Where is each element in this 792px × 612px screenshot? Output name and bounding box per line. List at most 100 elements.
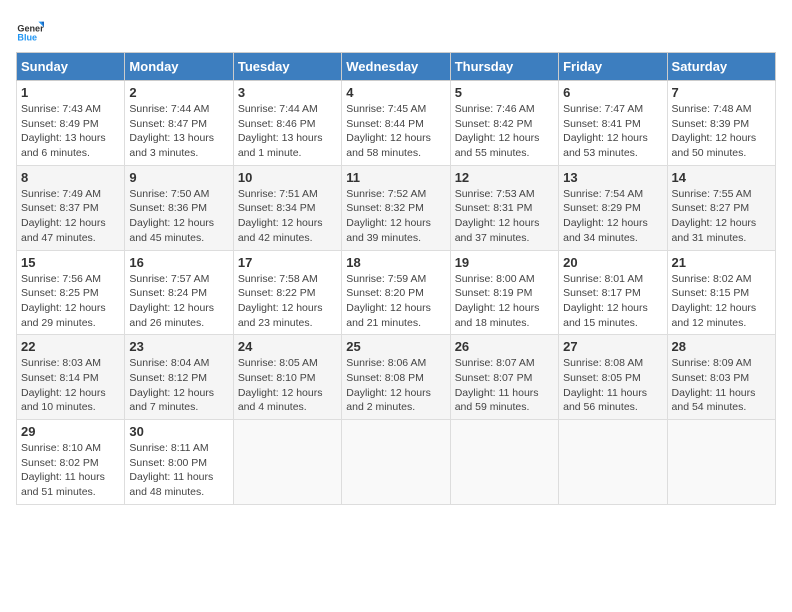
calendar-cell: 26 Sunrise: 8:07 AMSunset: 8:07 PMDayligh… xyxy=(450,335,558,420)
calendar-cell: 11Sunrise: 7:52 AMSunset: 8:32 PMDayligh… xyxy=(342,165,450,250)
day-info: Sunrise: 7:59 AMSunset: 8:20 PMDaylight:… xyxy=(346,273,431,329)
header-saturday: Saturday xyxy=(667,53,775,81)
day-number: 14 xyxy=(672,170,771,185)
day-number: 19 xyxy=(455,255,554,270)
calendar-cell: 29 Sunrise: 8:10 AMSunset: 8:02 PMDayligh… xyxy=(17,420,125,505)
day-info: Sunrise: 8:09 AMSunset: 8:03 PMDaylight:… xyxy=(672,357,756,413)
header-sunday: Sunday xyxy=(17,53,125,81)
calendar-cell: 9 Sunrise: 7:50 AMSunset: 8:36 PMDaylight… xyxy=(125,165,233,250)
day-number: 3 xyxy=(238,85,337,100)
calendar-cell: 21Sunrise: 8:02 AMSunset: 8:15 PMDayligh… xyxy=(667,250,775,335)
header-thursday: Thursday xyxy=(450,53,558,81)
calendar-cell: 22 Sunrise: 8:03 AMSunset: 8:14 PMDayligh… xyxy=(17,335,125,420)
calendar-cell: 1 Sunrise: 7:43 AMSunset: 8:49 PMDaylight… xyxy=(17,81,125,166)
day-number: 13 xyxy=(563,170,662,185)
svg-text:Blue: Blue xyxy=(17,33,37,43)
day-number: 29 xyxy=(21,424,120,439)
day-number: 26 xyxy=(455,339,554,354)
header-tuesday: Tuesday xyxy=(233,53,341,81)
calendar-week-row: 29 Sunrise: 8:10 AMSunset: 8:02 PMDayligh… xyxy=(17,420,776,505)
day-info: Sunrise: 7:43 AMSunset: 8:49 PMDaylight:… xyxy=(21,103,106,159)
day-info: Sunrise: 7:58 AMSunset: 8:22 PMDaylight:… xyxy=(238,273,323,329)
calendar-cell: 27 Sunrise: 8:08 AMSunset: 8:05 PMDayligh… xyxy=(559,335,667,420)
day-number: 30 xyxy=(129,424,228,439)
day-number: 24 xyxy=(238,339,337,354)
day-info: Sunrise: 7:46 AMSunset: 8:42 PMDaylight:… xyxy=(455,103,540,159)
calendar-cell: 6 Sunrise: 7:47 AMSunset: 8:41 PMDaylight… xyxy=(559,81,667,166)
calendar-cell: 4Sunrise: 7:45 AMSunset: 8:44 PMDaylight… xyxy=(342,81,450,166)
calendar-cell: 12 Sunrise: 7:53 AMSunset: 8:31 PMDayligh… xyxy=(450,165,558,250)
day-number: 17 xyxy=(238,255,337,270)
calendar-table: SundayMondayTuesdayWednesdayThursdayFrid… xyxy=(16,52,776,505)
calendar-week-row: 1 Sunrise: 7:43 AMSunset: 8:49 PMDaylight… xyxy=(17,81,776,166)
calendar-cell xyxy=(233,420,341,505)
calendar-cell: 25 Sunrise: 8:06 AMSunset: 8:08 PMDayligh… xyxy=(342,335,450,420)
day-info: Sunrise: 8:07 AMSunset: 8:07 PMDaylight:… xyxy=(455,357,539,413)
day-info: Sunrise: 8:04 AMSunset: 8:12 PMDaylight:… xyxy=(129,357,214,413)
day-info: Sunrise: 7:55 AMSunset: 8:27 PMDaylight:… xyxy=(672,188,757,244)
day-number: 7 xyxy=(672,85,771,100)
day-number: 20 xyxy=(563,255,662,270)
calendar-cell: 23Sunrise: 8:04 AMSunset: 8:12 PMDayligh… xyxy=(125,335,233,420)
day-number: 5 xyxy=(455,85,554,100)
day-number: 6 xyxy=(563,85,662,100)
calendar-cell: 7Sunrise: 7:48 AMSunset: 8:39 PMDaylight… xyxy=(667,81,775,166)
header-monday: Monday xyxy=(125,53,233,81)
calendar-week-row: 8 Sunrise: 7:49 AMSunset: 8:37 PMDaylight… xyxy=(17,165,776,250)
calendar-cell xyxy=(667,420,775,505)
calendar-cell: 5 Sunrise: 7:46 AMSunset: 8:42 PMDaylight… xyxy=(450,81,558,166)
day-info: Sunrise: 7:44 AMSunset: 8:46 PMDaylight:… xyxy=(238,103,323,159)
day-info: Sunrise: 8:05 AMSunset: 8:10 PMDaylight:… xyxy=(238,357,323,413)
day-number: 28 xyxy=(672,339,771,354)
logo-icon: General Blue xyxy=(16,16,44,44)
logo: General Blue xyxy=(16,16,48,44)
calendar-cell: 19 Sunrise: 8:00 AMSunset: 8:19 PMDayligh… xyxy=(450,250,558,335)
calendar-cell: 8 Sunrise: 7:49 AMSunset: 8:37 PMDaylight… xyxy=(17,165,125,250)
day-info: Sunrise: 7:51 AMSunset: 8:34 PMDaylight:… xyxy=(238,188,323,244)
calendar-cell: 30Sunrise: 8:11 AMSunset: 8:00 PMDayligh… xyxy=(125,420,233,505)
day-info: Sunrise: 8:08 AMSunset: 8:05 PMDaylight:… xyxy=(563,357,647,413)
day-info: Sunrise: 8:01 AMSunset: 8:17 PMDaylight:… xyxy=(563,273,648,329)
day-info: Sunrise: 7:52 AMSunset: 8:32 PMDaylight:… xyxy=(346,188,431,244)
day-info: Sunrise: 8:03 AMSunset: 8:14 PMDaylight:… xyxy=(21,357,106,413)
calendar-cell: 2Sunrise: 7:44 AMSunset: 8:47 PMDaylight… xyxy=(125,81,233,166)
day-number: 1 xyxy=(21,85,120,100)
calendar-cell: 13Sunrise: 7:54 AMSunset: 8:29 PMDayligh… xyxy=(559,165,667,250)
day-number: 12 xyxy=(455,170,554,185)
day-number: 8 xyxy=(21,170,120,185)
day-info: Sunrise: 7:56 AMSunset: 8:25 PMDaylight:… xyxy=(21,273,106,329)
day-info: Sunrise: 8:00 AMSunset: 8:19 PMDaylight:… xyxy=(455,273,540,329)
calendar-cell: 15 Sunrise: 7:56 AMSunset: 8:25 PMDayligh… xyxy=(17,250,125,335)
day-number: 9 xyxy=(129,170,228,185)
day-number: 15 xyxy=(21,255,120,270)
calendar-cell: 28 Sunrise: 8:09 AMSunset: 8:03 PMDayligh… xyxy=(667,335,775,420)
day-number: 16 xyxy=(129,255,228,270)
calendar-body: 1 Sunrise: 7:43 AMSunset: 8:49 PMDaylight… xyxy=(17,81,776,505)
day-number: 27 xyxy=(563,339,662,354)
calendar-header-row: SundayMondayTuesdayWednesdayThursdayFrid… xyxy=(17,53,776,81)
day-info: Sunrise: 8:10 AMSunset: 8:02 PMDaylight:… xyxy=(21,442,105,498)
calendar-cell: 17 Sunrise: 7:58 AMSunset: 8:22 PMDayligh… xyxy=(233,250,341,335)
calendar-week-row: 22 Sunrise: 8:03 AMSunset: 8:14 PMDayligh… xyxy=(17,335,776,420)
day-info: Sunrise: 7:50 AMSunset: 8:36 PMDaylight:… xyxy=(129,188,214,244)
day-info: Sunrise: 8:06 AMSunset: 8:08 PMDaylight:… xyxy=(346,357,431,413)
day-number: 10 xyxy=(238,170,337,185)
day-info: Sunrise: 7:45 AMSunset: 8:44 PMDaylight:… xyxy=(346,103,431,159)
day-info: Sunrise: 7:44 AMSunset: 8:47 PMDaylight:… xyxy=(129,103,214,159)
day-info: Sunrise: 7:53 AMSunset: 8:31 PMDaylight:… xyxy=(455,188,540,244)
calendar-cell xyxy=(342,420,450,505)
calendar-cell: 3 Sunrise: 7:44 AMSunset: 8:46 PMDaylight… xyxy=(233,81,341,166)
day-number: 22 xyxy=(21,339,120,354)
calendar-cell: 10 Sunrise: 7:51 AMSunset: 8:34 PMDayligh… xyxy=(233,165,341,250)
calendar-week-row: 15 Sunrise: 7:56 AMSunset: 8:25 PMDayligh… xyxy=(17,250,776,335)
calendar-cell: 20 Sunrise: 8:01 AMSunset: 8:17 PMDayligh… xyxy=(559,250,667,335)
page-header: General Blue xyxy=(16,16,776,44)
day-info: Sunrise: 7:49 AMSunset: 8:37 PMDaylight:… xyxy=(21,188,106,244)
header-wednesday: Wednesday xyxy=(342,53,450,81)
calendar-cell: 18Sunrise: 7:59 AMSunset: 8:20 PMDayligh… xyxy=(342,250,450,335)
day-number: 25 xyxy=(346,339,445,354)
day-info: Sunrise: 8:02 AMSunset: 8:15 PMDaylight:… xyxy=(672,273,757,329)
calendar-cell xyxy=(450,420,558,505)
calendar-cell: 24 Sunrise: 8:05 AMSunset: 8:10 PMDayligh… xyxy=(233,335,341,420)
day-info: Sunrise: 7:47 AMSunset: 8:41 PMDaylight:… xyxy=(563,103,648,159)
